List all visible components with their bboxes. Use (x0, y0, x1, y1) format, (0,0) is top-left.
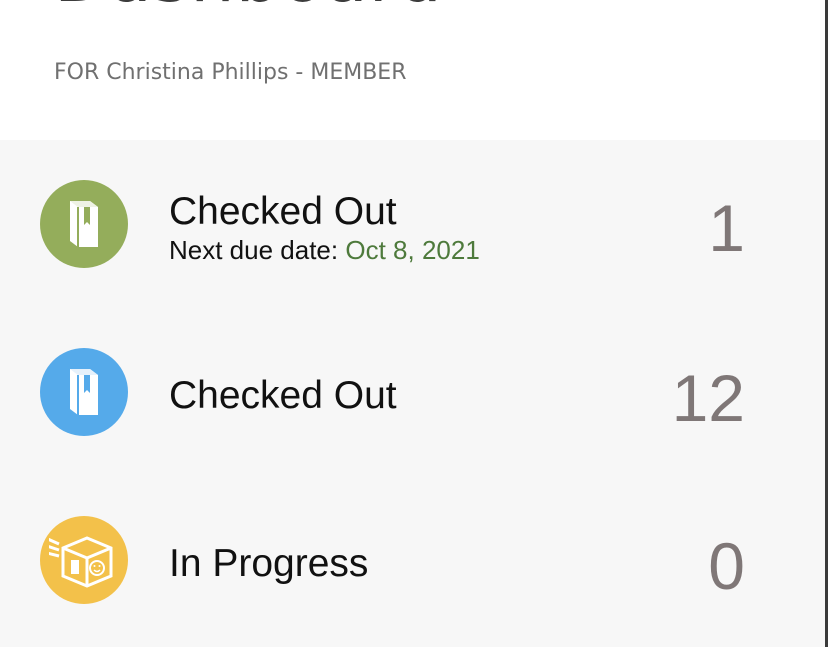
checked-out-label: Checked Out (169, 374, 397, 417)
checked-out-row[interactable]: Checked Out Next due date: Oct 8, 2021 1 (0, 168, 825, 288)
next-due-date: Next due date: Oct 8, 2021 (169, 237, 480, 263)
page-subtitle: FOR Christina Phillips - MEMBER (54, 60, 407, 85)
checked-out-count: 1 (708, 191, 745, 265)
book-icon (40, 348, 128, 436)
in-progress-count: 0 (708, 529, 745, 603)
checked-out-count: 12 (671, 361, 745, 435)
in-progress-row[interactable]: In Progress 0 (0, 504, 825, 624)
package-box-icon (40, 516, 128, 604)
due-date-prefix: Next due date: (169, 235, 339, 265)
dashboard-header: Dashboard FOR Christina Phillips - MEMBE… (0, 0, 825, 140)
in-progress-label: In Progress (169, 542, 369, 585)
dashboard-summary-panel: Checked Out Next due date: Oct 8, 2021 1… (0, 140, 825, 647)
book-icon (40, 180, 128, 268)
due-date-value: Oct 8, 2021 (345, 235, 480, 265)
checked-out-row-2[interactable]: Checked Out 12 (0, 336, 825, 456)
page-title: Dashboard (54, 0, 443, 12)
checked-out-label: Checked Out (169, 190, 397, 233)
